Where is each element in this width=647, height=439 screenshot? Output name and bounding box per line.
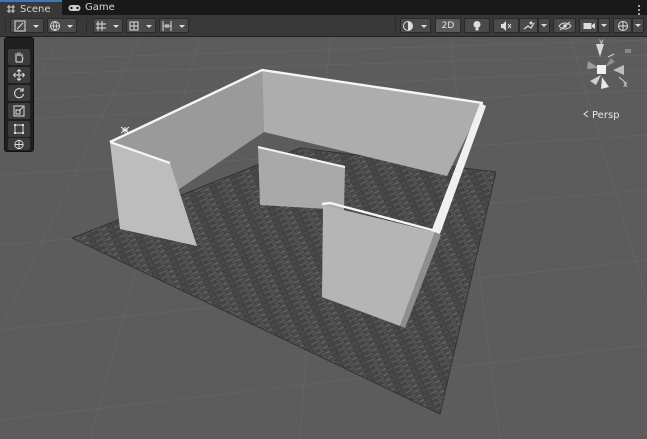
transform-tool-button[interactable] xyxy=(8,138,30,150)
effects-toggle[interactable] xyxy=(519,18,538,33)
gamepad-icon xyxy=(68,3,81,13)
move-tool-button[interactable] xyxy=(8,67,30,83)
scale-icon xyxy=(13,105,25,117)
camera-icon xyxy=(583,21,595,31)
rect-tool-button[interactable] xyxy=(8,121,30,137)
audio-toggle[interactable] xyxy=(493,18,519,33)
rect-transform-icon xyxy=(14,124,24,134)
drag-handle-icon[interactable] xyxy=(13,41,25,56)
draw-mode-dropdown[interactable] xyxy=(400,18,431,33)
scene-visibility-toggle[interactable] xyxy=(553,18,576,33)
lightbulb-icon xyxy=(472,20,482,32)
toolbar-separator xyxy=(5,18,6,33)
hand-icon xyxy=(15,52,24,63)
transform-icon xyxy=(14,139,24,149)
camera-settings-button[interactable] xyxy=(579,18,598,33)
lighting-toggle[interactable] xyxy=(464,18,490,33)
chevron-left-icon xyxy=(582,110,590,121)
tab-scene-label: Scene xyxy=(20,3,51,15)
hash-icon xyxy=(6,4,16,14)
projection-label: Persp xyxy=(592,110,620,121)
unity-scene-window: Scene Game 2D y x Persp xyxy=(0,0,647,439)
rotate-icon xyxy=(14,88,25,99)
gizmos-dropdown[interactable] xyxy=(632,18,644,33)
tab-scene[interactable]: Scene xyxy=(0,0,62,16)
view-tool-button[interactable] xyxy=(8,49,30,65)
scene-render xyxy=(0,37,647,439)
rotate-tool-button[interactable] xyxy=(8,85,30,101)
chevron-down-icon xyxy=(541,23,547,28)
tool-handle-rotation-dropdown[interactable] xyxy=(47,18,77,33)
projection-toggle[interactable]: Persp xyxy=(582,110,620,121)
tab-game-label: Game xyxy=(85,2,115,13)
chevron-down-icon xyxy=(601,23,607,27)
mode-2d-toggle[interactable]: 2D xyxy=(435,18,461,33)
scale-tool-button[interactable] xyxy=(8,103,30,119)
speaker-muted-icon xyxy=(500,20,512,32)
chevron-down-icon xyxy=(635,23,641,27)
mode-2d-label: 2D xyxy=(441,20,455,31)
gizmo-y-label: y xyxy=(599,37,604,46)
gizmo-x-label: x xyxy=(623,80,628,89)
toolbar-separator xyxy=(395,18,396,33)
grid-snap-toggle[interactable] xyxy=(93,18,123,33)
tool-handle-position-dropdown[interactable] xyxy=(10,18,44,33)
transform-tools-overlay xyxy=(4,37,34,152)
tab-bar: Scene Game xyxy=(0,0,647,16)
scene-toolbar: 2D xyxy=(0,15,647,37)
more-options-icon[interactable] xyxy=(637,1,641,15)
gizmos-icon xyxy=(617,20,629,32)
light-gizmo-icon xyxy=(120,126,130,134)
axis-gizmo-icon: y x xyxy=(587,37,631,89)
eye-hidden-icon xyxy=(557,21,572,31)
increment-snap-toggle[interactable] xyxy=(159,18,189,33)
gizmos-toggle[interactable] xyxy=(613,18,632,33)
toolbar-separator xyxy=(86,18,87,33)
camera-settings-dropdown[interactable] xyxy=(598,18,610,33)
effects-dropdown[interactable] xyxy=(538,18,550,33)
effects-icon xyxy=(523,20,535,32)
scene-viewport[interactable] xyxy=(0,37,647,439)
grid-visibility-toggle[interactable] xyxy=(126,18,156,33)
move-arrows-icon xyxy=(13,69,25,81)
tab-game[interactable]: Game xyxy=(62,0,122,15)
